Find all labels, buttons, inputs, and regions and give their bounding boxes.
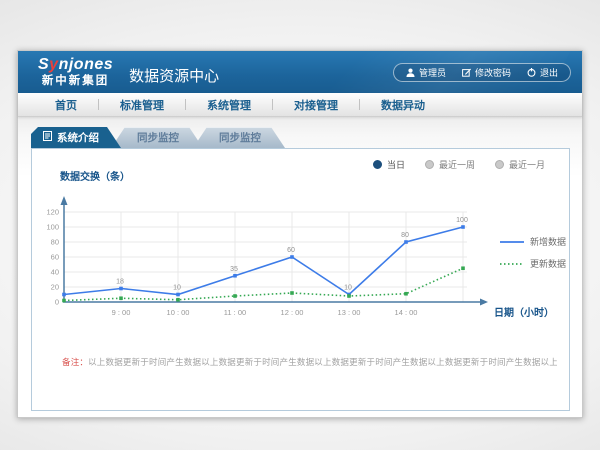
line-chart: 0 20 40 60 80 100 120 9 : 00 10 : 00 11 : 00 12 : … [32, 169, 571, 334]
y-tick-label: 60 [51, 253, 59, 262]
data-point-label: 100 [456, 217, 468, 224]
tab-label: 系统介绍 [57, 130, 99, 145]
data-point [176, 298, 180, 302]
document-icon [43, 131, 52, 144]
tab-sync-monitor-1[interactable]: 同步监控 [111, 127, 203, 148]
tab-system-intro[interactable]: 系统介绍 [31, 127, 121, 148]
chart-panel: 当日 最近一周 最近一月 0204060801001209 : 0010 : 0… [31, 148, 570, 411]
data-point-label: 10 [344, 285, 352, 292]
nav-item-data-change[interactable]: 数据异动 [360, 97, 446, 113]
data-point [119, 287, 123, 291]
x-axis-arrow-icon [480, 299, 488, 306]
y-tick-label: 100 [46, 223, 59, 232]
data-point-label: 35 [230, 266, 238, 273]
data-point [233, 294, 237, 298]
app-window: Synjones 新中新集团 数据资源中心 管理员 修改密码 退出 [17, 50, 583, 418]
footnote: 备注：以上数据更新于时间产生数据以上数据更新于时间产生数据以上数据更新于时间产生… [62, 356, 557, 368]
power-icon [527, 68, 536, 77]
data-point [347, 294, 351, 298]
data-point [290, 255, 294, 259]
data-point [461, 266, 465, 270]
change-password-button[interactable]: 修改密码 [462, 66, 511, 79]
logo-text: Synjones [38, 56, 113, 74]
current-user-button[interactable]: 管理员 [406, 66, 446, 79]
x-tick-label: 12 : 00 [281, 308, 304, 317]
y-tick-label: 80 [51, 238, 59, 247]
data-point [119, 296, 123, 300]
change-password-label: 修改密码 [475, 66, 511, 79]
tab-label: 同步监控 [219, 130, 261, 145]
data-point-label: 18 [116, 279, 124, 286]
data-point [290, 291, 294, 295]
data-point [176, 293, 180, 297]
footnote-text: 以上数据更新于时间产生数据以上数据更新于时间产生数据以上数据更新于时间产生数据以… [88, 357, 557, 367]
x-axis-title: 日期（小时） [494, 306, 554, 319]
data-point-label: 60 [287, 247, 295, 254]
nav-item-interface-mgmt[interactable]: 对接管理 [273, 97, 359, 113]
x-tick-label: 9 : 00 [112, 308, 131, 317]
legend-label: 更新数据 [530, 258, 566, 269]
data-point [461, 225, 465, 229]
user-menu: 管理员 修改密码 退出 [393, 63, 571, 82]
app-header: Synjones 新中新集团 数据资源中心 管理员 修改密码 退出 [18, 51, 582, 93]
logout-button[interactable]: 退出 [527, 66, 558, 79]
user-icon [406, 68, 415, 77]
content-area: 系统介绍 同步监控 同步监控 当日 最近一周 [18, 117, 582, 417]
nav-item-system-mgmt[interactable]: 系统管理 [186, 97, 272, 113]
nav-item-home[interactable]: 首页 [34, 97, 98, 113]
company-logo: Synjones 新中新集团 [38, 56, 113, 88]
tab-sync-monitor-2[interactable]: 同步监控 [193, 127, 285, 148]
data-point [404, 292, 408, 296]
nav-item-standard-mgmt[interactable]: 标准管理 [99, 97, 185, 113]
data-point [62, 299, 66, 303]
x-tick-label: 10 : 00 [167, 308, 190, 317]
radio-dot-icon [495, 160, 504, 169]
main-nav: 首页 标准管理 系统管理 对接管理 数据异动 [18, 93, 582, 117]
page-title: 数据资源中心 [129, 59, 219, 86]
logo-text-end: njones [59, 56, 114, 73]
edit-icon [462, 68, 471, 77]
data-point [404, 240, 408, 244]
x-tick-label: 13 : 00 [338, 308, 361, 317]
logo-subtitle: 新中新集团 [38, 75, 113, 88]
legend-label: 新增数据 [530, 236, 566, 247]
radio-dot-icon [425, 160, 434, 169]
data-point-label: 10 [173, 285, 181, 292]
tab-bar: 系统介绍 同步监控 同步监控 [31, 127, 285, 148]
radio-dot-icon [373, 160, 382, 169]
tab-label: 同步监控 [137, 130, 179, 145]
logo-text-accent: y [49, 56, 58, 73]
y-axis-title: 数据交换（条） [60, 170, 130, 183]
footnote-prefix: 备注： [62, 357, 88, 367]
y-axis-arrow-icon [61, 196, 68, 205]
y-tick-label: 0 [55, 298, 59, 307]
logo-text-start: S [38, 56, 49, 73]
current-user-label: 管理员 [419, 66, 446, 79]
data-point-label: 80 [401, 232, 409, 239]
y-tick-label: 120 [46, 208, 59, 217]
data-point [233, 274, 237, 278]
x-tick-label: 11 : 00 [224, 308, 246, 317]
data-point [62, 293, 66, 297]
x-tick-label: 14 : 00 [395, 308, 418, 317]
logout-label: 退出 [540, 66, 558, 79]
y-tick-label: 40 [51, 268, 59, 277]
y-tick-label: 20 [51, 283, 59, 292]
